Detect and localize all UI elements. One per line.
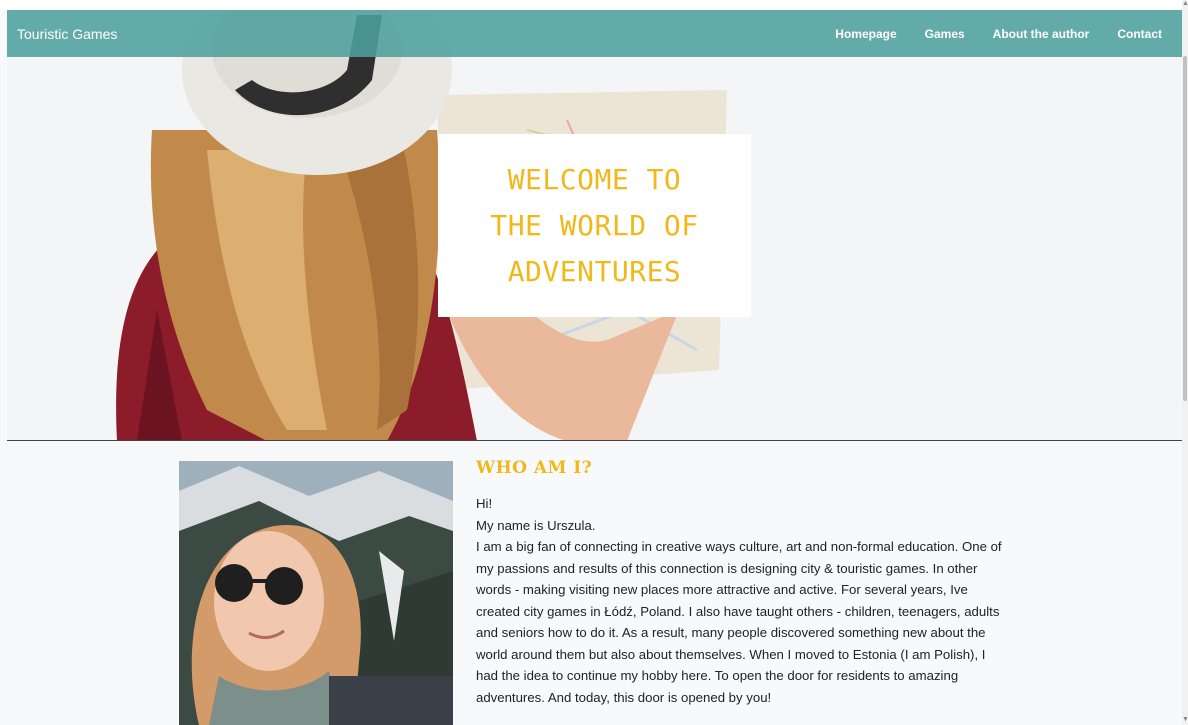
nav-link-games[interactable]: Games [925, 27, 965, 41]
nav-link-homepage[interactable]: Homepage [835, 27, 896, 41]
window-top-strip [0, 0, 1188, 10]
scroll-up-icon[interactable]: ▲ [1182, 0, 1188, 8]
bio-text: I am a big fan of connecting in creative… [476, 539, 1002, 705]
scrollbar-thumb[interactable] [1183, 56, 1187, 401]
author-bio: Hi! My name is Urszula. I am a big fan o… [476, 493, 1004, 708]
bio-name: My name is Urszula. [476, 517, 596, 533]
welcome-line-1: WELCOME TO [507, 162, 682, 196]
top-navbar: Touristic Games Homepage Games About the… [7, 10, 1182, 57]
welcome-box: WELCOME TO THE WORLD OF ADVENTURES [438, 134, 751, 317]
scroll-down-icon[interactable]: ▼ [1182, 716, 1188, 724]
welcome-line-2: THE WORLD OF [490, 208, 699, 242]
welcome-line-3: ADVENTURES [507, 254, 682, 288]
nav-link-contact[interactable]: Contact [1117, 27, 1162, 41]
about-title: WHO AM I? [476, 458, 593, 478]
nav-link-about-author[interactable]: About the author [993, 27, 1090, 41]
bio-greeting: Hi! [476, 496, 493, 511]
about-section: WHO AM I? Hi! My name is Urszula. I am a… [7, 441, 1182, 725]
nav-links: Homepage Games About the author Contact [807, 27, 1162, 41]
author-photo [179, 461, 453, 725]
brand-link[interactable]: Touristic Games [17, 26, 117, 42]
